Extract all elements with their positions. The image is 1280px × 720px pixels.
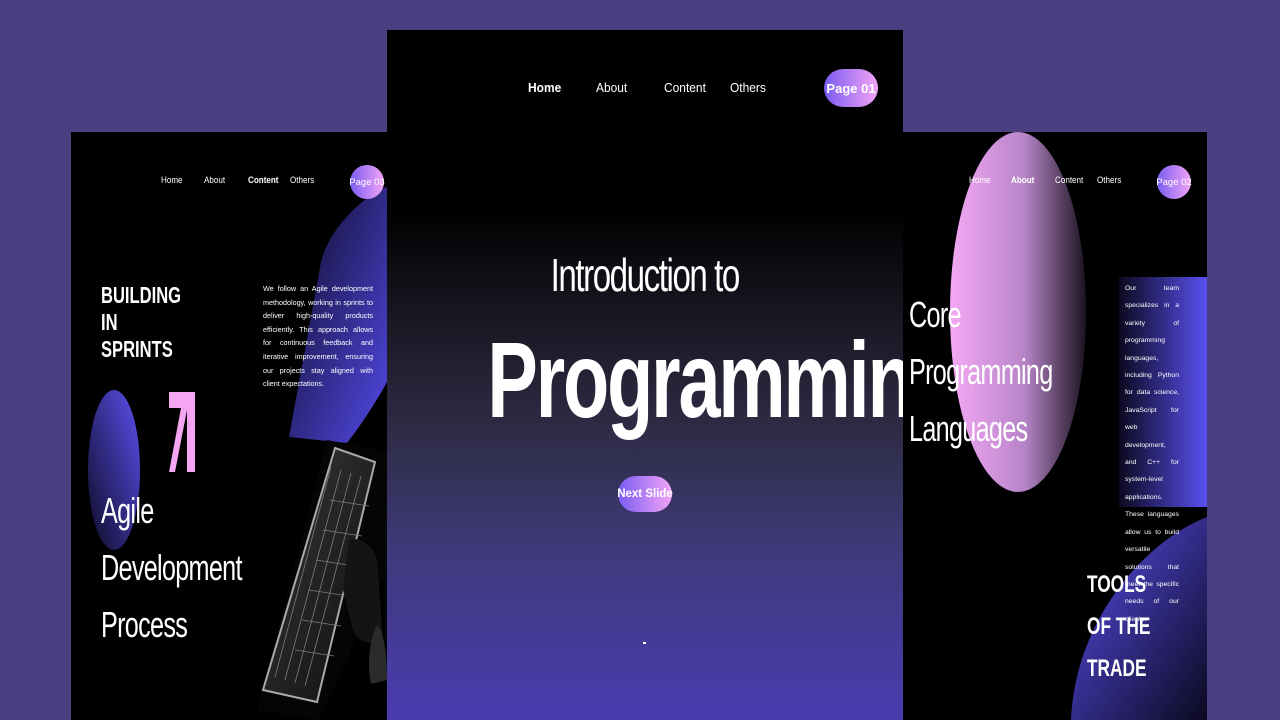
page-badge[interactable]: Page 02: [1156, 165, 1192, 199]
section-heading: TOOLS OF THE TRADE: [1087, 564, 1187, 690]
scroll-indicator: [643, 642, 646, 644]
arrow-up-right-icon: [169, 392, 195, 472]
nav-home[interactable]: Home: [969, 175, 991, 186]
nav-others[interactable]: Others: [730, 80, 766, 95]
title-line-2: Programming: [909, 351, 1053, 392]
nav-others[interactable]: Others: [1097, 175, 1121, 186]
title-intro: Introduction to: [387, 248, 903, 302]
section-heading: BUILDING IN SPRINTS: [101, 282, 197, 363]
subtitle-line-1: Agile: [101, 490, 154, 531]
nav-about[interactable]: About: [596, 80, 627, 95]
slide-page-03[interactable]: Home About Content Others Page 03 BUILDI…: [71, 132, 387, 720]
subtitle-line-3: Process: [101, 604, 188, 645]
slide-page-01[interactable]: Home About Content Others Page 01 Introd…: [387, 30, 903, 720]
title-line-1: Core: [909, 294, 962, 335]
page-badge[interactable]: Page 01: [824, 69, 878, 107]
heading-line-1: TOOLS OF THE: [1087, 571, 1151, 640]
subtitle: Agile Development Process: [101, 482, 302, 653]
nav-content[interactable]: Content: [664, 80, 706, 95]
title-large: Programming: [487, 319, 903, 440]
title-main: Programming: [387, 317, 903, 442]
presentation-preview: Home About Content Others Page 03 BUILDI…: [0, 0, 1280, 720]
nav-about[interactable]: About: [204, 175, 225, 186]
page-badge[interactable]: Page 03: [349, 165, 385, 199]
heading-line-2: TRADE: [1087, 655, 1147, 682]
subtitle-line-2: Development: [101, 547, 242, 588]
slide-page-02[interactable]: Home About Content Others Page 02 Core P…: [903, 132, 1207, 720]
nav-content[interactable]: Content: [1055, 175, 1083, 186]
nav-others[interactable]: Others: [290, 175, 314, 186]
title-line-3: Languages: [909, 408, 1028, 449]
heading-line-1: BUILDING IN: [101, 282, 182, 335]
nav-home[interactable]: Home: [161, 175, 183, 186]
next-slide-button[interactable]: Next Slide: [617, 476, 673, 512]
title-small: Introduction to: [550, 249, 741, 301]
nav-about[interactable]: About: [1011, 175, 1034, 186]
heading-line-2: SPRINTS: [101, 336, 173, 362]
description-text: We follow an Agile development methodolo…: [263, 284, 373, 389]
nav-home[interactable]: Home: [528, 80, 561, 95]
slide-title: Core Programming Languages: [909, 286, 1114, 457]
nav-content[interactable]: Content: [248, 175, 279, 186]
